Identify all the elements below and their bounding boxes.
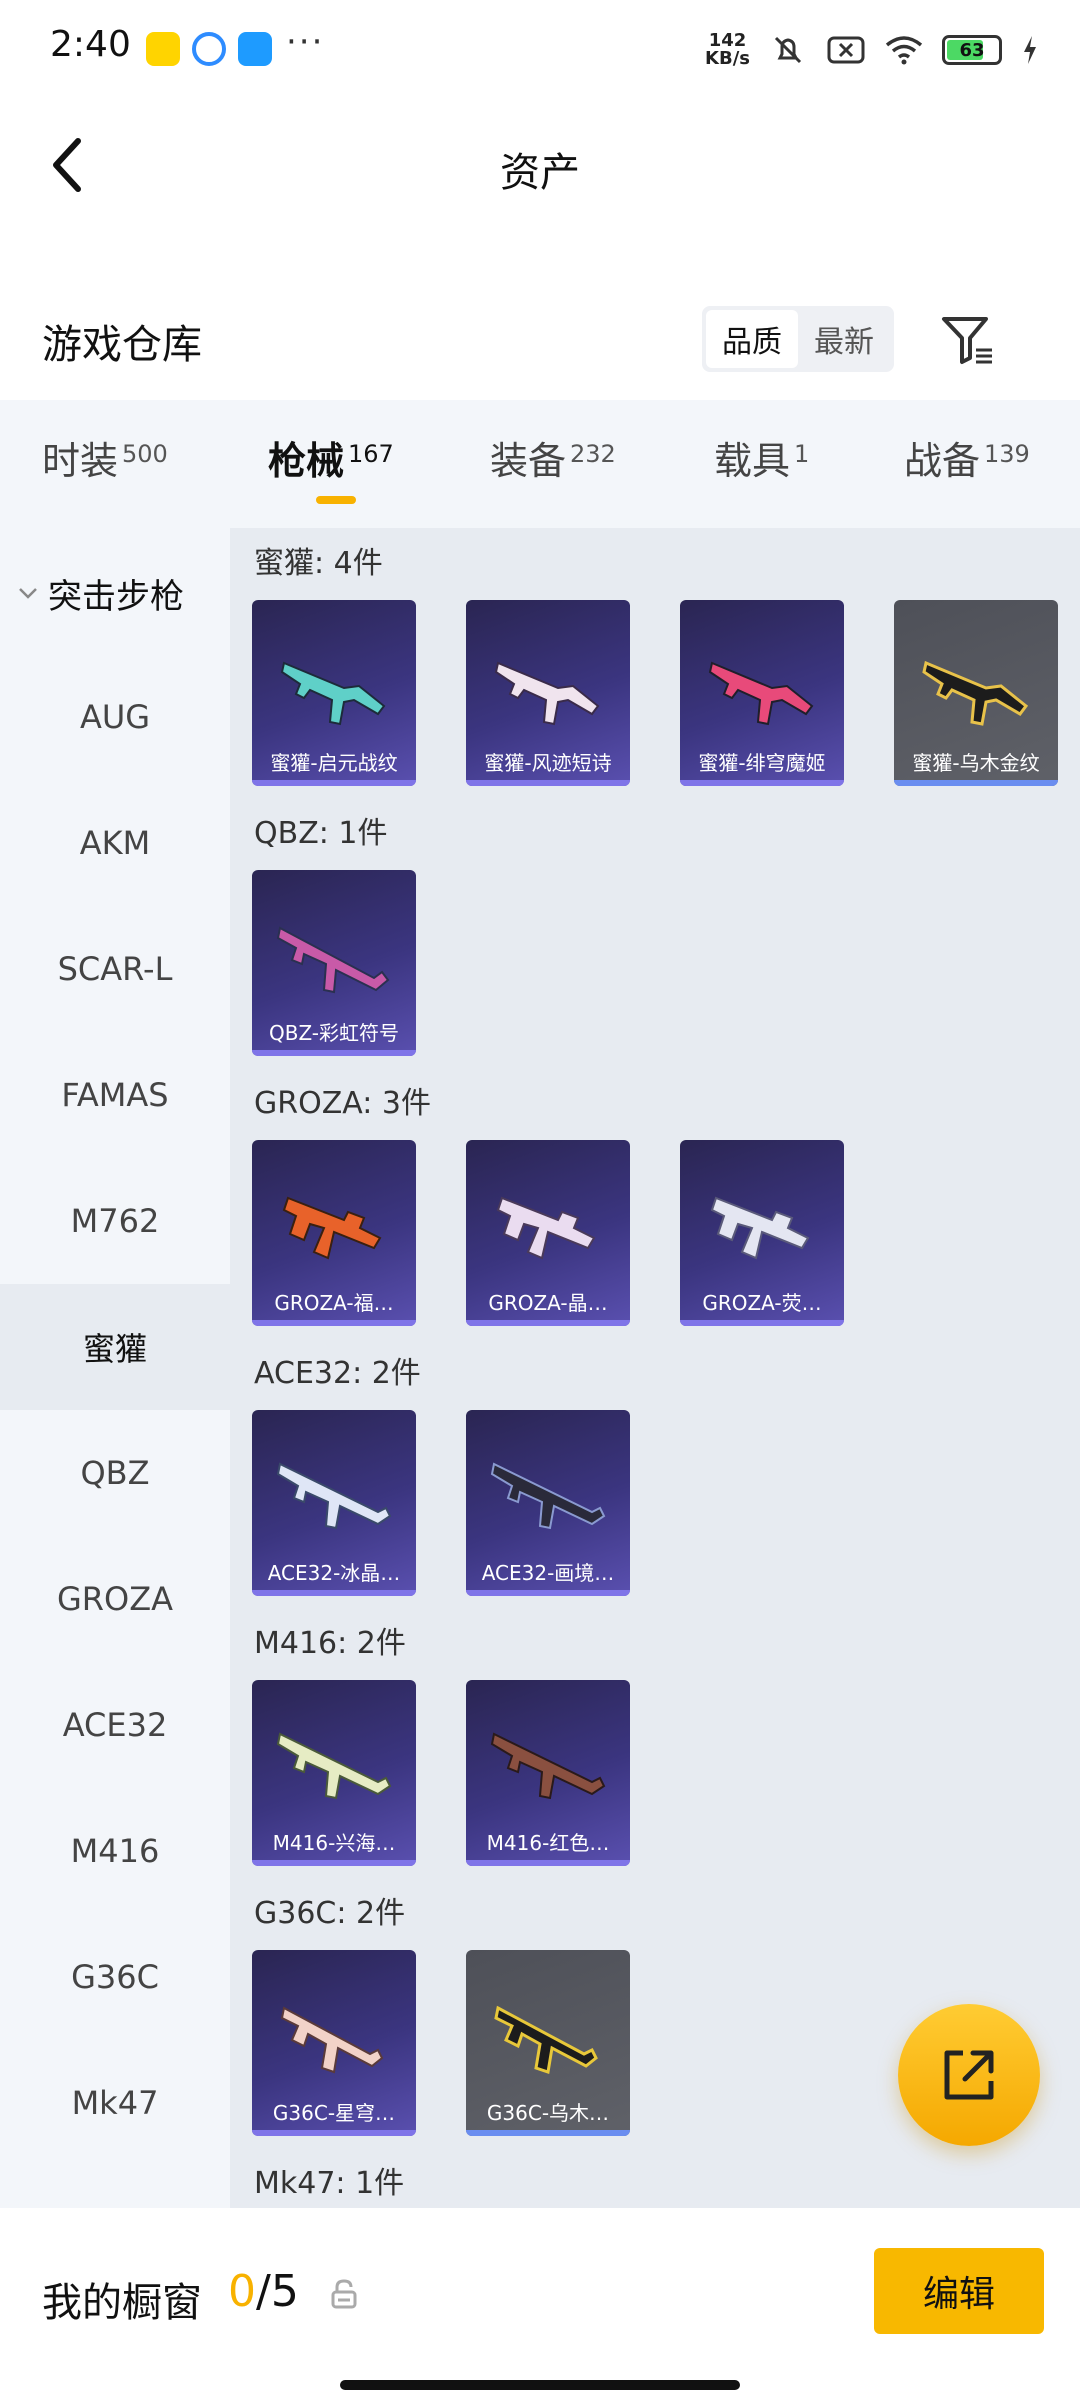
wifi-icon: [884, 32, 924, 68]
section-title-ace32: ACE32: 2件: [254, 1356, 421, 1391]
weapon-skin-image: [708, 661, 814, 726]
sort-option-quality[interactable]: 品质: [706, 310, 798, 368]
sidebar-item-mk47[interactable]: Mk47: [0, 2040, 230, 2166]
item-card[interactable]: 蜜獾-乌木金纹: [894, 600, 1058, 786]
sort-toggle: 品质 最新: [702, 306, 894, 372]
weapon-skin-image: [276, 1732, 392, 1800]
header: 资产: [0, 100, 1080, 230]
sidebar-item-akm[interactable]: AKM: [0, 780, 230, 906]
tab-fashion[interactable]: 时装 500: [42, 430, 168, 510]
filter-icon: [942, 317, 992, 364]
sidebar-item-ace32[interactable]: ACE32: [0, 1662, 230, 1788]
item-card[interactable]: 蜜獾-启元战纹: [252, 600, 416, 786]
lock-icon: [331, 2279, 357, 2309]
weapon-skin-image: [494, 2005, 598, 2074]
showcase-count: 0/5: [228, 2266, 299, 2317]
weapon-skin-image: [490, 1462, 606, 1530]
item-card[interactable]: GROZA-晶…: [466, 1140, 630, 1326]
chevron-down-icon: [19, 588, 37, 599]
share-button[interactable]: [898, 2004, 1040, 2146]
net-speed: 142 KB/s: [705, 30, 750, 69]
active-tab-indicator: [316, 496, 356, 504]
section-title-honey-badger: 蜜獾: 4件: [254, 546, 383, 581]
item-card[interactable]: GROZA-荧…: [680, 1140, 844, 1326]
item-card[interactable]: 蜜獾-风迹短诗: [466, 600, 630, 786]
status-time: 2:40: [50, 24, 131, 65]
weapon-skin-image: [276, 926, 390, 994]
item-card[interactable]: GROZA-福…: [252, 1140, 416, 1326]
category-tabs: 时装 500 枪械 167 装备 232 载具 1 战备 139: [0, 400, 1080, 528]
sidebar-item-g36c[interactable]: G36C: [0, 1914, 230, 2040]
sidebar-item-qbz[interactable]: QBZ: [0, 1410, 230, 1536]
weapon-skin-image: [922, 660, 1029, 726]
weapon-skin-image: [282, 1196, 382, 1260]
sort-option-newest[interactable]: 最新: [798, 310, 890, 368]
share-external-icon: [944, 2050, 994, 2100]
status-bar: 2:40 ··· 142 KB/s 63: [0, 0, 1080, 100]
showcase-bar: 我的橱窗 0/5 编辑: [0, 2208, 1080, 2400]
weapon-skin-image: [276, 1462, 392, 1530]
sidebar-item-m416[interactable]: M416: [0, 1788, 230, 1914]
item-card[interactable]: ACE32-画境…: [466, 1410, 630, 1596]
sidebar-item-honey-badger[interactable]: 蜜獾: [0, 1284, 230, 1410]
filter-button[interactable]: [938, 310, 998, 370]
weapon-skin-image: [494, 661, 600, 726]
weapon-skin-image: [280, 661, 386, 726]
home-indicator[interactable]: [340, 2380, 740, 2390]
sidebar-item-famas[interactable]: FAMAS: [0, 1032, 230, 1158]
edit-button[interactable]: 编辑: [874, 2248, 1044, 2334]
warehouse-title: 游戏仓库: [42, 322, 202, 368]
sidebar-item-aug[interactable]: AUG: [0, 654, 230, 780]
item-card[interactable]: QBZ-彩虹符号: [252, 870, 416, 1056]
item-card[interactable]: 蜜獾-绯穹魔姬: [680, 600, 844, 786]
section-title-groza: GROZA: 3件: [254, 1086, 431, 1121]
item-grid: 蜜獾: 4件 蜜獾-启元战纹 蜜獾-风迹短诗 蜜獾-绯穹魔姬 蜜獾-乌木金纹 Q…: [230, 528, 1080, 2208]
section-title-qbz: QBZ: 1件: [254, 816, 388, 851]
item-card[interactable]: G36C-星穹…: [252, 1950, 416, 2136]
tab-combat-supplies[interactable]: 战备 139: [904, 430, 1030, 510]
item-card[interactable]: M416-兴海…: [252, 1680, 416, 1866]
sidebar-item-scar-l[interactable]: SCAR-L: [0, 906, 230, 1032]
item-card[interactable]: ACE32-冰晶…: [252, 1410, 416, 1596]
app-icon-1: [146, 32, 180, 66]
charging-icon: [1020, 32, 1040, 68]
app-icon-2: [192, 32, 226, 66]
item-card[interactable]: M416-红色…: [466, 1680, 630, 1866]
section-title-m416: M416: 2件: [254, 1626, 406, 1661]
showcase-label: 我的橱窗: [42, 2280, 202, 2326]
weapon-skin-image: [490, 1732, 606, 1800]
item-card[interactable]: G36C-乌木…: [466, 1950, 630, 2136]
section-title-mk47: Mk47: 1件: [254, 2166, 405, 2201]
weapon-skin-image: [496, 1196, 596, 1260]
page-title: 资产: [500, 150, 580, 196]
app-icon-3: [238, 32, 272, 66]
warehouse-header: 游戏仓库 品质 最新: [0, 290, 1080, 390]
battery-icon: 63: [942, 35, 1002, 65]
sidebar-group-assault-rifles[interactable]: 突击步枪: [0, 558, 230, 628]
no-sim-icon: [826, 32, 866, 68]
tab-equipment[interactable]: 装备 232: [490, 430, 616, 510]
weapon-sidebar: 突击步枪 AUG AKM SCAR-L FAMAS M762 蜜獾 QBZ GR…: [0, 528, 230, 2208]
more-dots-icon: ···: [286, 22, 325, 62]
sidebar-item-m762[interactable]: M762: [0, 1158, 230, 1284]
tab-vehicles[interactable]: 载具 1: [714, 430, 809, 510]
weapon-skin-image: [280, 2006, 384, 2074]
weapon-skin-image: [710, 1196, 810, 1260]
section-title-g36c: G36C: 2件: [254, 1896, 406, 1931]
sidebar-item-groza[interactable]: GROZA: [0, 1536, 230, 1662]
mute-icon: [768, 32, 808, 68]
